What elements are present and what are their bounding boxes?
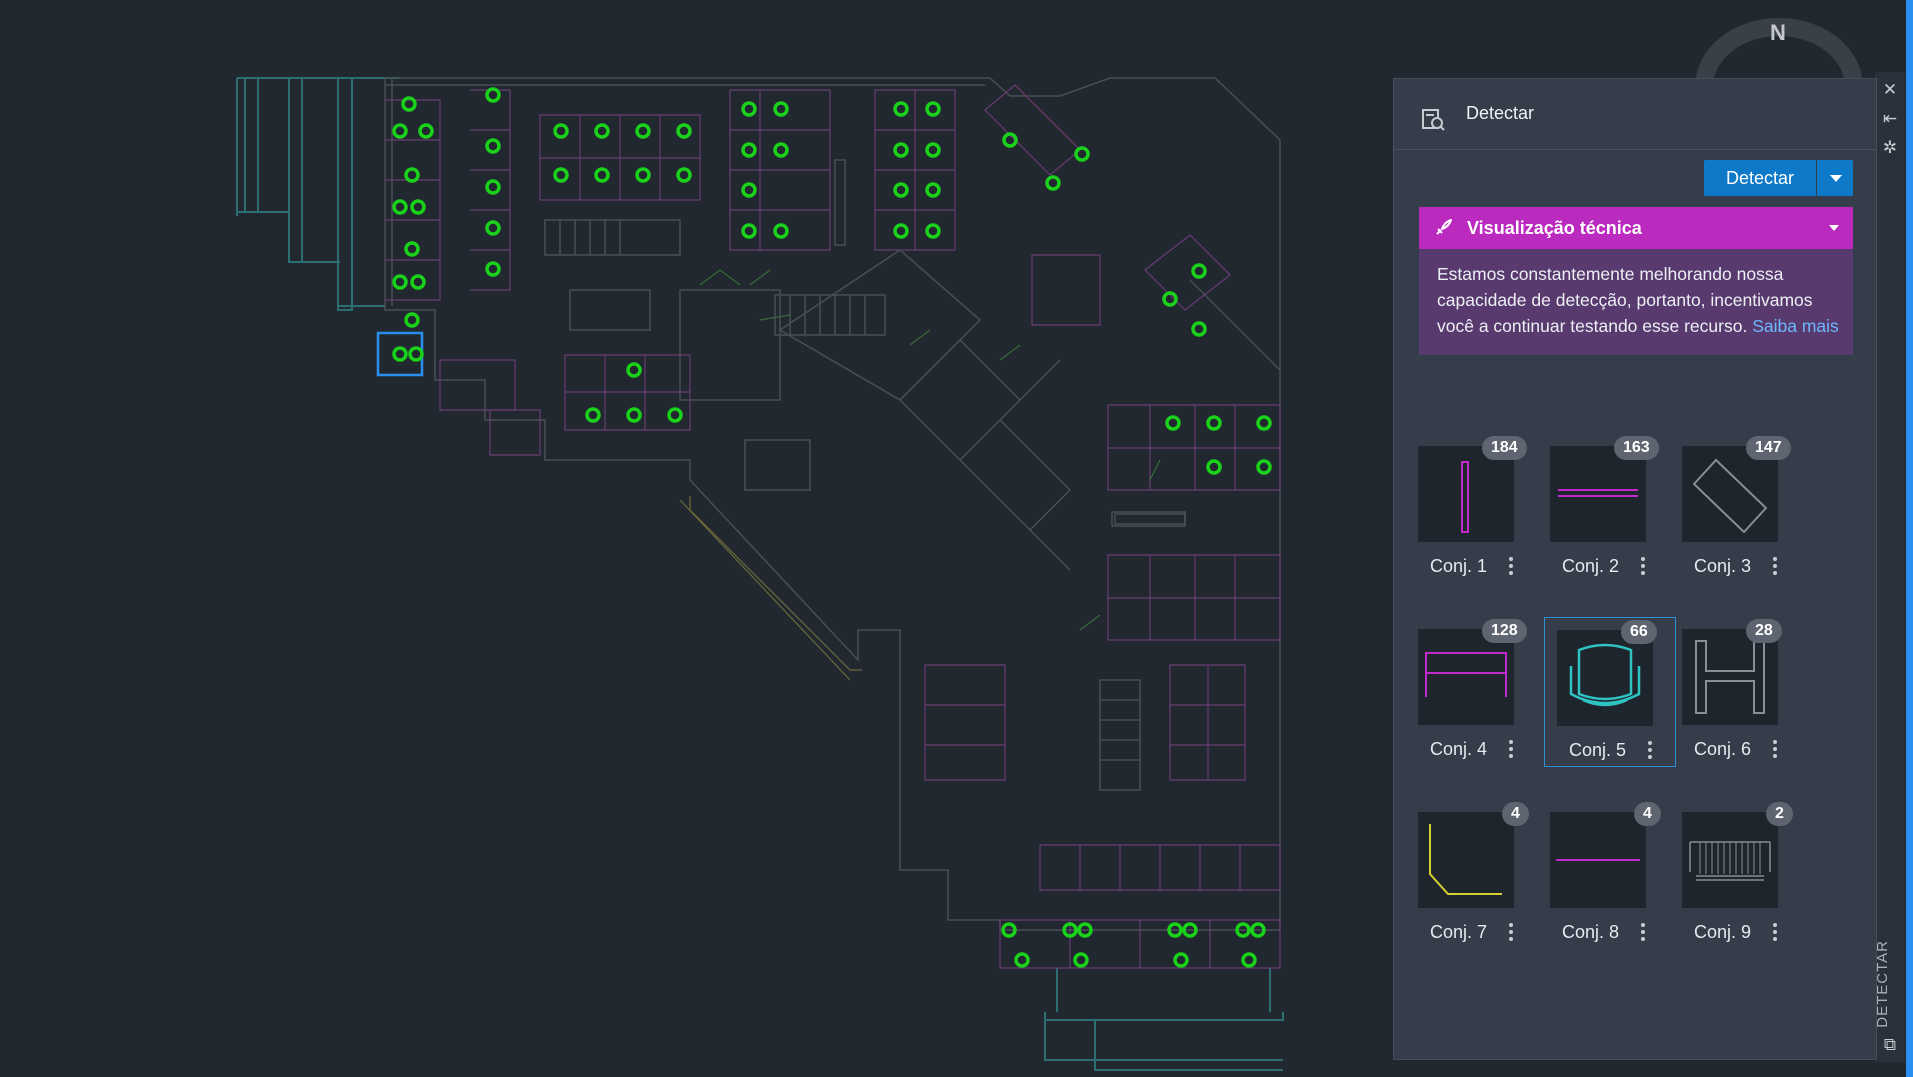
chair-cyan-icon [1557,630,1653,726]
detect-side-tab[interactable]: DETECTAR [1874,940,1906,1028]
horizontal-line-magenta-icon [1550,812,1646,908]
tech-preview-title: Visualização técnica [1467,218,1642,238]
set-label: Conj. 2 [1562,556,1620,576]
chevron-down-icon[interactable] [1829,225,1839,231]
learn-more-link[interactable]: Saiba mais [1752,316,1839,336]
set-count-badge: 2 [1766,802,1793,826]
set-tile-3[interactable]: 147 Conj. 3 [1682,436,1812,594]
detect-panel: Detectar Detectar Visualização técnica E… [1393,78,1877,1060]
set-count-badge: 28 [1746,619,1782,643]
set-tile-2[interactable]: 163 Conj. 2 [1550,436,1680,594]
diamond-rectangle-gray-icon [1682,446,1778,542]
more-options-icon[interactable] [1768,920,1782,946]
tech-preview-message: Estamos constantemente melhorando nossa … [1437,261,1847,339]
set-label: Conj. 7 [1430,922,1488,942]
set-label: Conj. 1 [1430,556,1488,576]
settings-gear-icon[interactable]: ✲ [1880,138,1900,158]
detect-tab-icon[interactable]: ⧉ [1880,1035,1900,1055]
set-tile-4[interactable]: 128 Conj. 4 [1418,619,1548,777]
set-tile-1[interactable]: 184 Conj. 1 [1418,436,1548,594]
more-options-icon[interactable] [1636,920,1650,946]
more-options-icon[interactable] [1504,554,1518,580]
detect-search-icon [1422,109,1445,131]
compass-north-label: N [1770,20,1786,45]
more-options-icon[interactable] [1768,737,1782,763]
set-count-badge: 128 [1482,619,1527,643]
tech-preview-body: Estamos constantemente melhorando nossa … [1419,249,1853,355]
more-options-icon[interactable] [1768,554,1782,580]
set-tile-7[interactable]: 4 Conj. 7 [1418,802,1548,960]
detect-button[interactable]: Detectar [1704,160,1816,196]
stair-gray-icon [1682,812,1778,908]
set-label: Conj. 6 [1694,739,1752,759]
set-count-badge: 4 [1502,802,1529,826]
double-horizontal-line-magenta-icon [1550,446,1646,542]
set-count-badge: 163 [1614,436,1659,460]
set-count-badge: 66 [1621,620,1657,644]
set-tile-9[interactable]: 2 Conj. 9 [1682,802,1812,960]
set-tile-5[interactable]: 66 Conj. 5 [1544,617,1676,767]
more-options-icon[interactable] [1643,738,1657,764]
panel-title: Detectar [1466,103,1535,123]
set-label: Conj. 8 [1562,922,1620,942]
set-label: Conj. 3 [1694,556,1752,576]
set-count-badge: 4 [1634,802,1661,826]
rocket-icon [1436,219,1452,235]
set-label: Conj. 4 [1430,739,1488,759]
set-label: Conj. 5 [1569,740,1627,760]
panel-edge-highlight [1906,0,1913,1077]
set-count-badge: 147 [1746,436,1791,460]
set-tile-6[interactable]: 28 Conj. 6 [1682,619,1812,777]
detect-options-dropdown[interactable] [1817,160,1853,196]
more-options-icon[interactable] [1504,920,1518,946]
close-icon[interactable]: ✕ [1880,80,1900,100]
set-tile-8[interactable]: 4 Conj. 8 [1550,802,1680,960]
corner-line-yellow-icon [1418,812,1514,908]
set-label: Conj. 9 [1694,922,1752,942]
table-frame-magenta-icon [1418,629,1514,725]
selection-box [376,331,424,377]
vertical-line-magenta-icon [1418,446,1514,542]
panel-header: Detectar [1394,79,1876,150]
set-count-badge: 184 [1482,436,1527,460]
detected-chairs [392,87,1272,968]
more-options-icon[interactable] [1636,554,1650,580]
collapse-panel-icon[interactable]: ⇤ [1880,109,1900,129]
more-options-icon[interactable] [1504,737,1518,763]
panel-side-strip [1875,72,1905,1062]
h-shape-gray-icon [1682,629,1778,725]
tech-preview-header[interactable]: Visualização técnica [1419,207,1853,249]
